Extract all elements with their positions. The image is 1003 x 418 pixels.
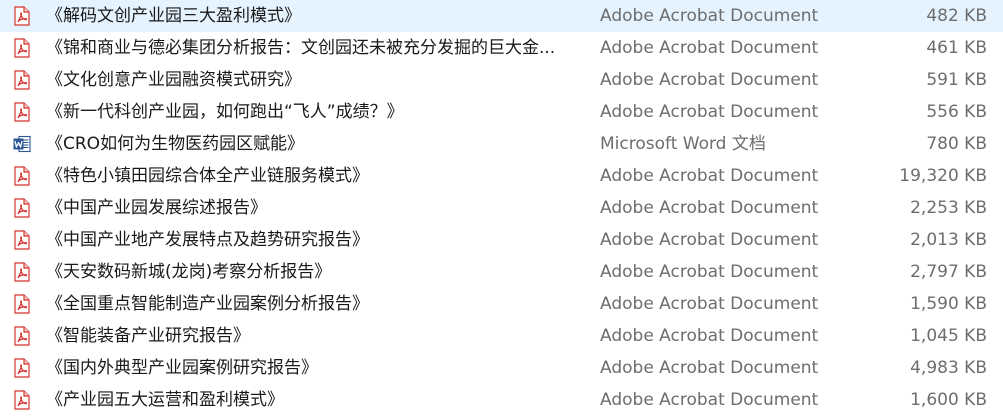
file-name[interactable]: 《智能装备产业研究报告》 [46, 320, 586, 352]
file-name[interactable]: 《中国产业园发展综述报告》 [46, 192, 586, 224]
file-type: Adobe Acrobat Document [600, 102, 819, 122]
file-name[interactable]: 《产业园五大运营和盈利模式》 [46, 384, 586, 416]
file-size: 2,797 KB [910, 262, 987, 282]
file-size: 780 KB [926, 134, 987, 154]
file-type: Adobe Acrobat Document [600, 294, 819, 314]
file-size: 482 KB [926, 6, 987, 26]
file-size: 556 KB [926, 102, 987, 122]
file-type: Adobe Acrobat Document [600, 70, 819, 90]
file-name[interactable]: 《中国产业地产发展特点及趋势研究报告》 [46, 224, 586, 256]
file-name[interactable]: 《新一代科创产业园，如何跑出“飞人”成绩？》 [46, 96, 586, 128]
file-size: 2,253 KB [910, 198, 987, 218]
file-name[interactable]: 《文化创意产业园融资模式研究》 [46, 64, 586, 96]
file-type: Adobe Acrobat Document [600, 166, 819, 186]
file-type: Microsoft Word 文档 [600, 134, 766, 154]
file-row[interactable]: 《锦和商业与德必集团分析报告：文创园还未被充分发掘的巨大金... Adobe Ac… [0, 32, 1003, 64]
file-row[interactable]: 《文化创意产业园融资模式研究》 Adobe Acrobat Document 591… [0, 64, 1003, 96]
file-type: Adobe Acrobat Document [600, 230, 819, 250]
file-row[interactable]: 《CRO如何为生物医药园区赋能》 Microsoft Word 文档 780 KB [0, 128, 1003, 160]
file-name[interactable]: 《国内外典型产业园案例研究报告》 [46, 352, 586, 384]
file-row[interactable]: 《中国产业园发展综述报告》 Adobe Acrobat Document 2,253… [0, 192, 1003, 224]
file-name[interactable]: 《CRO如何为生物医药园区赋能》 [46, 128, 586, 160]
file-row[interactable]: 《天安数码新城(龙岗)考察分析报告》 Adobe Acrobat Document… [0, 256, 1003, 288]
file-type: Adobe Acrobat Document [600, 6, 819, 26]
file-name[interactable]: 《全国重点智能制造产业园案例分析报告》 [46, 288, 586, 320]
file-size: 4,983 KB [910, 358, 987, 378]
file-row[interactable]: 《解码文创产业园三大盈利模式》 Adobe Acrobat Document 482… [0, 0, 1003, 32]
file-size: 2,013 KB [910, 230, 987, 250]
file-size: 1,045 KB [910, 326, 987, 346]
file-size: 591 KB [926, 70, 987, 90]
file-type: Adobe Acrobat Document [600, 390, 819, 410]
file-row[interactable]: 《中国产业地产发展特点及趋势研究报告》 Adobe Acrobat Documen… [0, 224, 1003, 256]
file-row[interactable]: 《国内外典型产业园案例研究报告》 Adobe Acrobat Document 4,… [0, 352, 1003, 384]
file-name[interactable]: 《天安数码新城(龙岗)考察分析报告》 [46, 256, 586, 288]
file-type: Adobe Acrobat Document [600, 358, 819, 378]
file-type: Adobe Acrobat Document [600, 198, 819, 218]
file-name[interactable]: 《锦和商业与德必集团分析报告：文创园还未被充分发掘的巨大金... [46, 32, 586, 64]
file-row[interactable]: 《全国重点智能制造产业园案例分析报告》 Adobe Acrobat Documen… [0, 288, 1003, 320]
file-size: 1,600 KB [910, 390, 987, 410]
file-row[interactable]: 《特色小镇田园综合体全产业链服务模式》 Adobe Acrobat Documen… [0, 160, 1003, 192]
file-name[interactable]: 《特色小镇田园综合体全产业链服务模式》 [46, 160, 586, 192]
file-row[interactable]: 《产业园五大运营和盈利模式》 Adobe Acrobat Document 1,60… [0, 384, 1003, 416]
file-list: 《解码文创产业园三大盈利模式》 Adobe Acrobat Document 482… [0, 0, 1003, 418]
file-size: 1,590 KB [910, 294, 987, 314]
file-size: 19,320 KB [899, 166, 987, 186]
file-type: Adobe Acrobat Document [600, 38, 819, 58]
file-name[interactable]: 《解码文创产业园三大盈利模式》 [46, 0, 586, 32]
file-size: 461 KB [926, 38, 987, 58]
file-type: Adobe Acrobat Document [600, 262, 819, 282]
file-row[interactable]: 《智能装备产业研究报告》 Adobe Acrobat Document 1,045 … [0, 320, 1003, 352]
file-type: Adobe Acrobat Document [600, 326, 819, 346]
file-row[interactable]: 《新一代科创产业园，如何跑出“飞人”成绩？》 Adobe Acrobat Docu… [0, 96, 1003, 128]
